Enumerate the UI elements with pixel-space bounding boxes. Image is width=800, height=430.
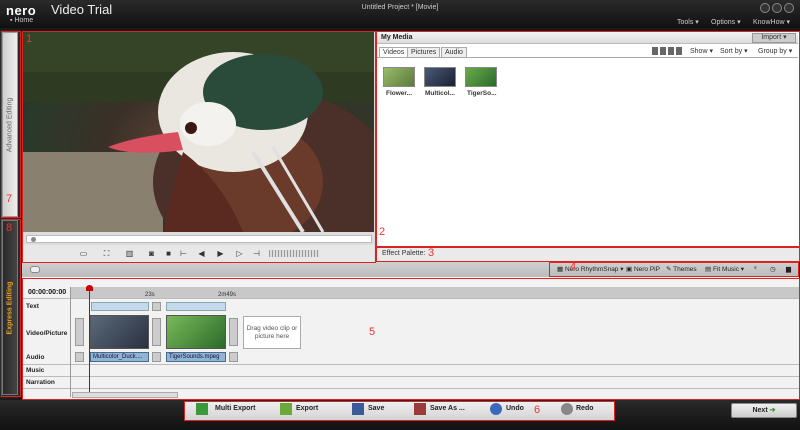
collapse-icon[interactable] bbox=[30, 266, 40, 273]
annotation-label: 6 bbox=[534, 404, 541, 416]
annotation-box-1 bbox=[22, 31, 376, 263]
annotation-box-6 bbox=[184, 401, 615, 421]
menu-options[interactable]: Options ▾ bbox=[711, 18, 741, 26]
annotation-box-3 bbox=[376, 247, 800, 262]
annotation-label: 4 bbox=[570, 261, 577, 273]
annotation-label: 5 bbox=[369, 326, 376, 338]
menu-knowhow[interactable]: KnowHow ▾ bbox=[753, 18, 790, 26]
annotation-label: 1 bbox=[26, 33, 33, 45]
close-icon[interactable] bbox=[784, 3, 794, 13]
annotation-label: 8 bbox=[6, 222, 13, 234]
annotation-box-2 bbox=[376, 31, 800, 247]
annotation-box-4 bbox=[549, 262, 799, 277]
annotation-box-8 bbox=[1, 219, 21, 397]
annotation-box-5 bbox=[22, 278, 800, 400]
project-title: Untitled Project * [Movie] bbox=[361, 4, 439, 11]
annotation-box-7 bbox=[1, 31, 21, 218]
annotation-label: 7 bbox=[6, 193, 13, 205]
annotation-label: 2 bbox=[379, 226, 386, 238]
menu-tools[interactable]: Tools ▾ bbox=[677, 18, 699, 26]
annotation-label: 3 bbox=[428, 247, 435, 259]
minimize-icon[interactable] bbox=[772, 3, 782, 13]
help-icon[interactable] bbox=[760, 3, 770, 13]
next-button[interactable]: Next ➔ bbox=[731, 403, 797, 418]
home-link[interactable]: ▪ Home bbox=[10, 17, 33, 24]
next-arrow-icon: ➔ bbox=[769, 407, 776, 414]
